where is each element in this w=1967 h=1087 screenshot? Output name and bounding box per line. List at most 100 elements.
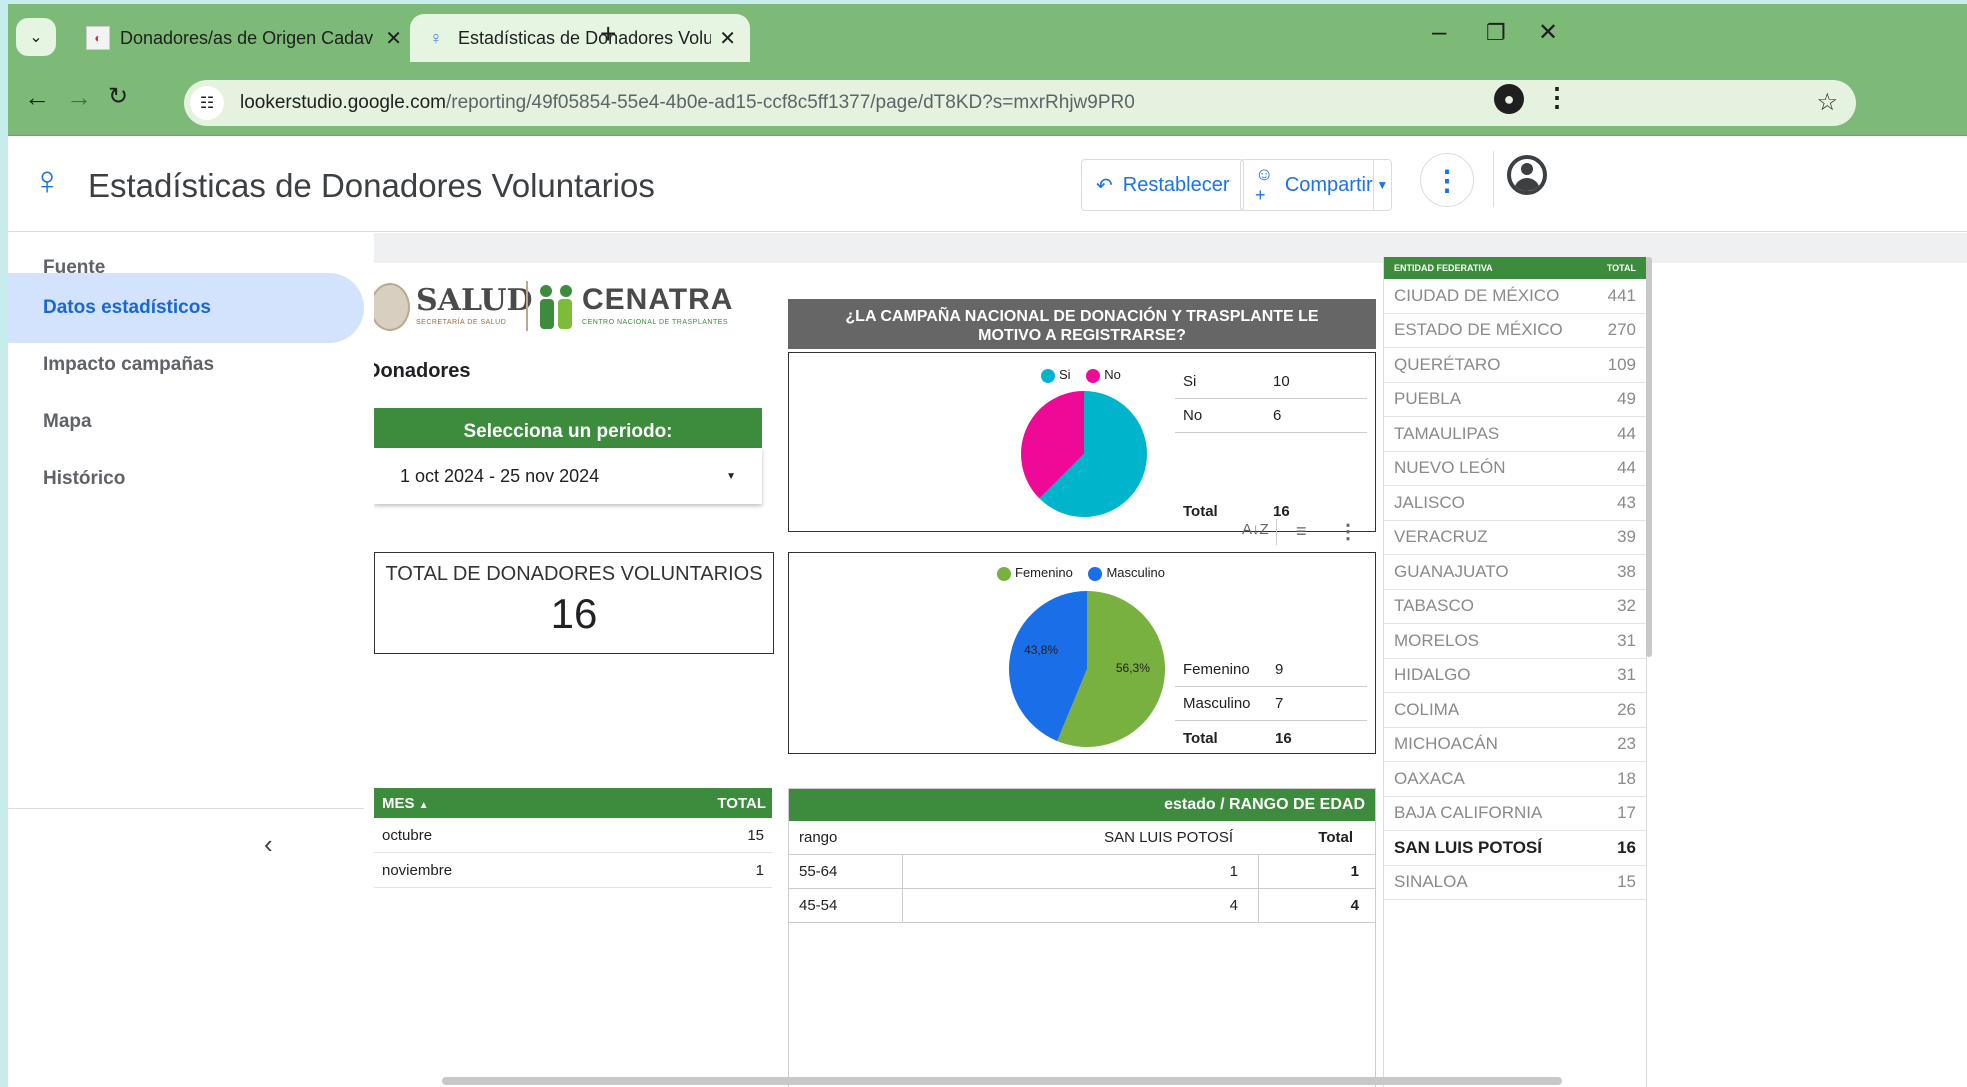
- chart-more-icon[interactable]: ⋮: [1338, 519, 1358, 544]
- tab-title: Donadores/as de Origen Cadav: [120, 27, 374, 48]
- table-row: Masculino 7: [1175, 687, 1367, 721]
- table-row[interactable]: HIDALGO 31: [1384, 659, 1646, 693]
- cell: 55-64: [789, 855, 903, 888]
- cell: 6: [1273, 407, 1282, 424]
- table-row[interactable]: MICHOACÁN 23: [1384, 728, 1646, 762]
- period-header: Selecciona un periodo:: [374, 408, 762, 448]
- column-header-entidad[interactable]: ENTIDAD FEDERATIVA: [1394, 263, 1493, 273]
- cell-total: 31: [1617, 630, 1636, 650]
- cell-total: 49: [1617, 389, 1636, 409]
- share-button[interactable]: ☺+ Compartir ▼: [1240, 159, 1392, 211]
- more-options-button[interactable]: ⋮: [1420, 153, 1474, 207]
- table-header-row: ENTIDAD FEDERATIVA TOTAL: [1384, 257, 1646, 279]
- site-info-icon[interactable]: ☷: [190, 86, 224, 120]
- column-header[interactable]: SAN LUIS POTOSÍ: [903, 829, 1253, 846]
- table-row[interactable]: GUANAJUATO 38: [1384, 555, 1646, 590]
- cell-entidad: PUEBLA: [1394, 389, 1462, 409]
- column-header-total[interactable]: TOTAL: [1607, 263, 1636, 273]
- report-canvas: SALUD SECRETARÍA DE SALUD CENATRA CENTRO…: [374, 233, 1967, 1087]
- browser-window: ⌄ ◐ Donadores/as de Origen Cadav ✕ ♀ Est…: [8, 4, 1967, 1087]
- close-window-icon[interactable]: ✕: [1538, 18, 1558, 47]
- close-icon[interactable]: ✕: [719, 26, 736, 51]
- legend-label: Masculino: [1106, 565, 1165, 580]
- pivot-title: estado / RANGO DE EDAD: [789, 789, 1375, 821]
- table-row[interactable]: TABASCO 32: [1384, 590, 1646, 624]
- cell-total: 109: [1607, 354, 1636, 374]
- table-row[interactable]: PUEBLA 49: [1384, 383, 1646, 417]
- table-row[interactable]: ESTADO DE MÉXICO 270: [1384, 314, 1646, 348]
- restore-icon[interactable]: ❐: [1486, 20, 1506, 46]
- cell: 10: [1273, 373, 1290, 390]
- table-row[interactable]: TAMAULIPAS 44: [1384, 417, 1646, 452]
- table-row[interactable]: BAJA CALIFORNIA 17: [1384, 797, 1646, 831]
- horizontal-scrollbar[interactable]: [442, 1077, 1562, 1085]
- mexico-seal-icon: [374, 283, 410, 331]
- legend-swatch: [1041, 368, 1055, 383]
- table-row[interactable]: MORELOS 31: [1384, 624, 1646, 659]
- nav-item-historico[interactable]: Histórico: [8, 444, 364, 514]
- site-favicon-icon: ◐: [86, 26, 110, 50]
- legend-item-femenino[interactable]: Femenino: [997, 565, 1073, 581]
- column-header-total[interactable]: TOTAL: [717, 795, 766, 812]
- scrollbar[interactable]: [1646, 257, 1652, 657]
- table-row[interactable]: VERACRUZ 39: [1384, 521, 1646, 555]
- cell-entidad: TAMAULIPAS: [1394, 423, 1500, 443]
- dropdown-arrow-icon: ▼: [726, 470, 736, 482]
- cell: 16: [1275, 729, 1292, 747]
- cell-entidad: NUEVO LEÓN: [1394, 458, 1506, 478]
- share-dropdown[interactable]: ▼: [1372, 160, 1391, 210]
- add-person-icon: ☺+: [1255, 164, 1274, 205]
- column-header-mes[interactable]: MES ▲: [382, 795, 429, 812]
- table-row[interactable]: NUEVO LEÓN 44: [1384, 452, 1646, 486]
- entidad-table: ENTIDAD FEDERATIVA TOTAL CIUDAD DE MÉXIC…: [1383, 257, 1647, 1087]
- cell-entidad: QUERÉTARO: [1394, 354, 1501, 374]
- cell-entidad: GUANAJUATO: [1394, 561, 1509, 581]
- table-row[interactable]: CIUDAD DE MÉXICO 441: [1384, 279, 1646, 314]
- table-row[interactable]: SAN LUIS POTOSÍ 16: [1384, 831, 1646, 866]
- cell: Total: [1183, 502, 1218, 520]
- tab-estadisticas[interactable]: ♀ Estadísticas de Donadores Volu ✕: [410, 14, 750, 62]
- cell-entidad: OAXACA: [1394, 768, 1465, 788]
- sort-ascending-icon: ▲: [418, 799, 429, 811]
- reload-icon[interactable]: ↻: [108, 82, 128, 111]
- reset-button[interactable]: ↶ Restablecer: [1081, 159, 1245, 211]
- period-selector[interactable]: 1 oct 2024 - 25 nov 2024 ▼: [374, 448, 762, 504]
- back-icon[interactable]: ←: [24, 82, 50, 113]
- legend-item-si[interactable]: Si: [1041, 367, 1071, 383]
- cenatra-mark-icon: [540, 281, 576, 329]
- campaign-pie-chart: [1021, 391, 1147, 517]
- account-icon[interactable]: [1507, 155, 1547, 195]
- cell-total: 31: [1617, 665, 1636, 685]
- edad-pivot-table: estado / RANGO DE EDAD rango SAN LUIS PO…: [788, 788, 1376, 1087]
- cell-entidad: MICHOACÁN: [1394, 734, 1498, 754]
- cell-entidad: TABASCO: [1394, 596, 1474, 616]
- address-bar[interactable]: ☷ lookerstudio.google.com/reporting/49f0…: [184, 80, 1856, 126]
- tab-donadores[interactable]: ◐ Donadores/as de Origen Cadav ✕: [72, 14, 416, 62]
- tab-search-button[interactable]: ⌄: [16, 18, 56, 56]
- column-header[interactable]: Total: [1253, 829, 1365, 846]
- table-row[interactable]: COLIMA 26: [1384, 693, 1646, 728]
- close-icon[interactable]: ✕: [385, 26, 402, 51]
- collapse-icon[interactable]: ‹: [264, 829, 273, 860]
- minimize-icon[interactable]: –: [1432, 16, 1446, 47]
- forward-icon[interactable]: →: [66, 82, 92, 113]
- legend-item-masculino[interactable]: Masculino: [1088, 565, 1165, 581]
- filter-icon[interactable]: ≡: [1296, 521, 1307, 542]
- table-row[interactable]: SINALOA 15: [1384, 866, 1646, 900]
- cell-total: 270: [1607, 320, 1636, 340]
- table-row[interactable]: JALISCO 43: [1384, 486, 1646, 521]
- mes-table: MES ▲ TOTAL octubre 15 noviembre 1: [374, 788, 772, 1087]
- looker-logo-icon: ♀: [32, 159, 62, 203]
- profile-icon[interactable]: ●: [1494, 84, 1524, 114]
- legend-item-no[interactable]: No: [1086, 367, 1121, 383]
- chart-legend: Si No: [1041, 367, 1121, 383]
- column-header[interactable]: rango: [789, 829, 903, 846]
- table-row[interactable]: OAXACA 18: [1384, 762, 1646, 797]
- tab-title: Estadísticas de Donadores Volu: [458, 27, 712, 48]
- table-row[interactable]: QUERÉTARO 109: [1384, 348, 1646, 383]
- total-scorecard: TOTAL DE DONADORES VOLUNTARIOS 16: [374, 552, 774, 654]
- more-icon[interactable]: ⋮: [1544, 82, 1570, 113]
- sort-az-icon[interactable]: A↓Z: [1242, 521, 1269, 538]
- star-icon[interactable]: ☆: [1816, 88, 1838, 117]
- new-tab-button[interactable]: +: [600, 18, 616, 50]
